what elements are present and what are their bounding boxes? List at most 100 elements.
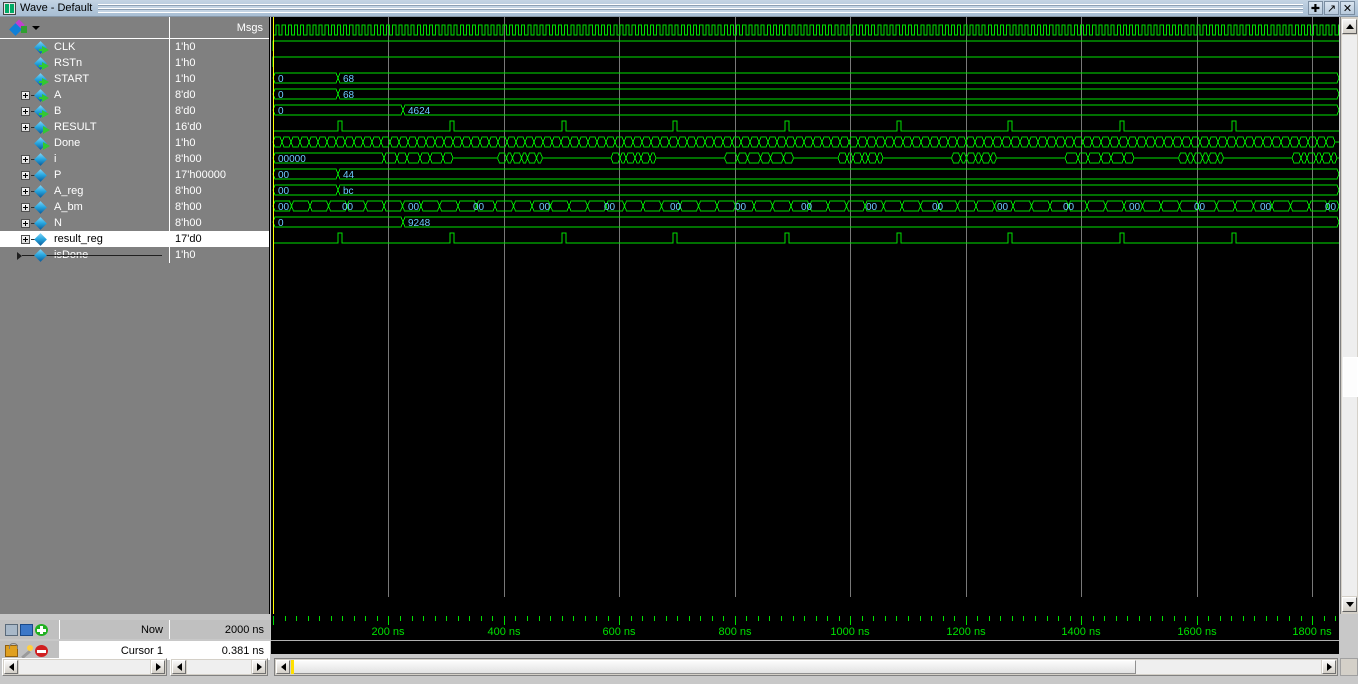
names-horizontal-scrollbar[interactable] bbox=[2, 658, 167, 676]
ruler-minor-tick bbox=[458, 616, 459, 621]
close-button[interactable]: ✕ bbox=[1340, 1, 1355, 15]
signal-row-A_bm[interactable]: A_bm 8'h00 bbox=[0, 199, 270, 215]
expand-P-icon[interactable] bbox=[21, 170, 30, 180]
input-signal-icon bbox=[34, 72, 50, 86]
expand-A_reg-icon[interactable] bbox=[21, 186, 30, 196]
ruler-major-tick bbox=[1197, 616, 1198, 625]
waveform-A_reg: 00 44 bbox=[271, 166, 1339, 182]
expand-N-icon[interactable] bbox=[21, 218, 30, 228]
signal-label: P bbox=[54, 169, 62, 181]
waveform-pane[interactable]: 0 68 0 68 0 4624 00000 00 44 00 bc 00 00 00 00 00 00 00 00… bbox=[271, 17, 1339, 614]
ruler-minor-tick bbox=[1012, 616, 1013, 621]
expand-RESULT-icon[interactable] bbox=[21, 122, 30, 132]
waveform-N: 00 00 00 00 00 00 00 00 00 00 00 00 00 00 00 00 00 bbox=[271, 198, 1339, 214]
chevron-down-icon[interactable] bbox=[32, 25, 40, 30]
signal-row-i[interactable]: i 8'h00 bbox=[0, 151, 270, 167]
expand-result_reg-icon[interactable] bbox=[21, 234, 30, 244]
ruler-minor-tick bbox=[365, 616, 366, 621]
signal-row-RESULT[interactable]: RESULT 16'd0 bbox=[0, 119, 270, 135]
svg-text:68: 68 bbox=[343, 74, 355, 85]
signal-list-pane: Msgs CLK 1'h0 RSTn 1'h0 START 1'h0 A 8'd0 B 8'd0 R… bbox=[0, 17, 270, 614]
ruler-label: 1200 ns bbox=[946, 626, 986, 638]
expand-B-icon[interactable] bbox=[21, 106, 30, 116]
delete-cursor-icon[interactable] bbox=[35, 644, 48, 657]
svg-text:00: 00 bbox=[342, 202, 354, 213]
values-scroll-left-button[interactable] bbox=[172, 660, 186, 674]
signal-name-cell[interactable]: P bbox=[0, 167, 170, 183]
signal-name-cell[interactable]: B bbox=[0, 103, 170, 119]
signal-row-START[interactable]: START 1'h0 bbox=[0, 71, 270, 87]
titlebar-grip[interactable] bbox=[98, 3, 1303, 13]
svg-text:00: 00 bbox=[670, 202, 682, 213]
signal-row-CLK[interactable]: CLK 1'h0 bbox=[0, 39, 270, 55]
signal-name-cell[interactable]: A_reg bbox=[0, 183, 170, 199]
signal-name-cell[interactable]: A_bm bbox=[0, 199, 170, 215]
signal-name-cell[interactable]: i bbox=[0, 151, 170, 167]
ruler-minor-tick bbox=[1058, 616, 1059, 621]
wave-scroll-right-button[interactable] bbox=[1322, 660, 1336, 674]
signal-row-N[interactable]: N 8'h00 bbox=[0, 215, 270, 231]
wave-scroll-thumb[interactable] bbox=[291, 660, 1136, 674]
ruler-minor-tick bbox=[539, 616, 540, 621]
vertical-scroll-track[interactable] bbox=[1342, 35, 1358, 596]
triangle-left-icon bbox=[176, 663, 182, 671]
signal-name-cell[interactable]: RSTn bbox=[0, 55, 170, 71]
signal-row-isDone[interactable]: isDone 1'h0 bbox=[0, 247, 270, 263]
signal-value-cell: 1'h0 bbox=[170, 55, 269, 71]
wave-horizontal-scrollbar[interactable] bbox=[274, 658, 1338, 676]
ruler-label: 1800 ns bbox=[1292, 626, 1332, 638]
signal-row-A_reg[interactable]: A_reg 8'h00 bbox=[0, 183, 270, 199]
lock-icon[interactable] bbox=[5, 642, 18, 657]
signal-value-cell: 17'h00000 bbox=[170, 167, 269, 183]
name-column-header[interactable] bbox=[0, 17, 170, 39]
expand-A-icon[interactable] bbox=[21, 90, 30, 100]
ruler-major-tick bbox=[388, 616, 389, 625]
signal-name-cell[interactable]: Done bbox=[0, 135, 170, 151]
signal-label: A_reg bbox=[54, 185, 84, 197]
signal-name-cell[interactable]: A bbox=[0, 87, 170, 103]
signal-row-Done[interactable]: Done 1'h0 bbox=[0, 135, 270, 151]
add-cursor-icon[interactable] bbox=[35, 623, 48, 636]
names-scroll-left-button[interactable] bbox=[4, 660, 18, 674]
expand-A_bm-icon[interactable] bbox=[21, 202, 30, 212]
signal-row-P[interactable]: P 17'h00000 bbox=[0, 167, 270, 183]
ruler-minor-tick bbox=[435, 616, 436, 621]
ruler-label: 1400 ns bbox=[1061, 626, 1101, 638]
expand-i-icon[interactable] bbox=[21, 154, 30, 164]
triangle-left-icon bbox=[280, 663, 286, 671]
cursor-1-line[interactable] bbox=[273, 17, 274, 614]
signal-row-A[interactable]: A 8'd0 bbox=[0, 87, 270, 103]
signal-name-cell[interactable]: RESULT bbox=[0, 119, 170, 135]
signal-value-cell: 8'd0 bbox=[170, 103, 269, 119]
wrench-icon[interactable] bbox=[20, 644, 33, 657]
time-ruler[interactable]: 200 ns 400 ns 600 ns 800 ns 1000 ns 1200 ns 14… bbox=[271, 614, 1339, 654]
msgs-column-header[interactable]: Msgs bbox=[170, 17, 269, 39]
scroll-up-button[interactable] bbox=[1342, 19, 1357, 34]
svg-text:00: 00 bbox=[1260, 202, 1272, 213]
message-icon[interactable] bbox=[20, 623, 33, 636]
signal-name-cell[interactable]: N bbox=[0, 215, 170, 231]
wave-icon[interactable] bbox=[5, 623, 18, 636]
scroll-down-button[interactable] bbox=[1342, 597, 1357, 612]
maximize-button[interactable]: ✚ bbox=[1308, 1, 1323, 15]
values-scroll-track[interactable] bbox=[187, 660, 251, 674]
ruler-minor-tick bbox=[1243, 616, 1244, 621]
signal-name-cell[interactable]: isDone bbox=[0, 247, 170, 263]
ruler-minor-tick bbox=[285, 616, 286, 621]
undock-button[interactable]: ↗ bbox=[1324, 1, 1339, 15]
signal-name-cell[interactable]: result_reg bbox=[0, 231, 170, 247]
signal-row-result_reg[interactable]: result_reg 17'd0 bbox=[0, 231, 270, 247]
signal-row-B[interactable]: B 8'd0 bbox=[0, 103, 270, 119]
signal-name-cell[interactable]: START bbox=[0, 71, 170, 87]
signal-name-cell[interactable]: CLK bbox=[0, 39, 170, 55]
ruler-minor-tick bbox=[412, 616, 413, 621]
wave-scroll-left-button[interactable] bbox=[276, 660, 290, 674]
signal-row-RSTn[interactable]: RSTn 1'h0 bbox=[0, 55, 270, 71]
names-scroll-track[interactable] bbox=[19, 660, 150, 674]
values-horizontal-scrollbar[interactable] bbox=[170, 658, 268, 676]
names-scroll-right-button[interactable] bbox=[151, 660, 165, 674]
wave-vertical-scrollbar[interactable] bbox=[1340, 17, 1358, 614]
vertical-scroll-thumb[interactable] bbox=[1343, 357, 1358, 397]
wave-scroll-track[interactable] bbox=[291, 660, 1321, 674]
values-scroll-right-button[interactable] bbox=[252, 660, 266, 674]
